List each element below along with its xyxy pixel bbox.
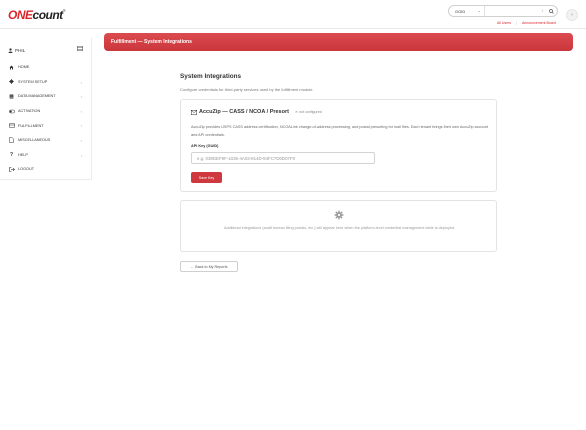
brand-logo-one: ONE <box>8 8 33 22</box>
logout-icon <box>8 166 15 173</box>
sidebar-item-label: SYSTEM SETUP <box>18 79 48 84</box>
sidebar-item-label: ACTIVATION <box>18 109 41 114</box>
brand-logo-tm: ® <box>62 8 66 13</box>
toggle-sidebar-button[interactable] <box>77 46 83 52</box>
sidebar-item-label: HOME <box>18 65 30 70</box>
header-links: All Users | Announcement Board <box>497 21 556 25</box>
toggle-icon <box>8 108 15 115</box>
search-scope-select[interactable]: GOID ⌄ <box>449 6 485 16</box>
accuzip-title-text: AccuZip — CASS / NCOA / Presort <box>199 109 289 115</box>
gear-icon <box>8 78 15 85</box>
user-menu[interactable]: PHIL <box>8 46 86 54</box>
accuzip-card-title: AccuZip — CASS / NCOA / Presort ✕ not co… <box>191 109 322 115</box>
page-title: Fulfillment — System Integrations <box>111 39 192 45</box>
sidebar-item-label: LOGOUT <box>18 167 35 172</box>
sidebar: PHIL HOME SYSTEM SETUP › DATA MANAGEMENT… <box>0 38 92 180</box>
database-icon <box>8 93 15 100</box>
user-icon <box>8 47 13 53</box>
sidebar-item-help[interactable]: ? HELP › <box>0 148 92 163</box>
search-shortcut-hint: / <box>541 8 543 13</box>
top-header: ONEcount® GOID ⌄ / All Users | Announcemen… <box>0 0 586 29</box>
search-input[interactable]: / <box>485 6 545 16</box>
link-separator: | <box>516 21 517 25</box>
api-key-label: API Key (GUID) <box>191 144 219 148</box>
save-key-button[interactable]: Save Key <box>191 172 222 183</box>
chevron-right-icon: › <box>80 152 82 158</box>
sidebar-item-label: FULFILLMENT <box>18 123 44 128</box>
sidebar-nav: HOME SYSTEM SETUP › DATA MANAGEMENT › AC… <box>0 60 92 177</box>
sidebar-item-data-management[interactable]: DATA MANAGEMENT › <box>0 89 92 104</box>
chevron-right-icon: › <box>80 94 82 100</box>
brand-logo[interactable]: ONEcount® <box>8 8 66 22</box>
sidebar-item-miscellaneous[interactable]: MISCELLANEOUS › <box>0 133 92 148</box>
search-icon <box>548 8 554 14</box>
sidebar-item-fulfillment[interactable]: FULFILLMENT › <box>0 118 92 133</box>
accuzip-description: AccuZip provides USPS CASS address certi… <box>191 125 488 137</box>
collapse-panel-button[interactable]: ‹ <box>566 9 578 21</box>
sidebar-toggle-icon <box>77 46 83 51</box>
question-icon: ? <box>9 151 14 158</box>
status-badge: ✕ not configured <box>294 110 322 114</box>
search-scope-value: GOID <box>455 8 466 14</box>
global-search: GOID ⌄ / <box>448 5 558 17</box>
chevron-right-icon: › <box>80 79 82 85</box>
sidebar-item-system-setup[interactable]: SYSTEM SETUP › <box>0 75 92 90</box>
page-title-bar: Fulfillment — System Integrations <box>104 33 573 51</box>
sidebar-item-label: MISCELLANEOUS <box>18 138 51 143</box>
additional-integrations-card: Additional integrations (audit bureau fi… <box>180 200 497 252</box>
sidebar-item-activation[interactable]: ACTIVATION › <box>0 104 92 119</box>
announcement-board-link[interactable]: Announcement Board <box>522 21 556 25</box>
sidebar-item-logout[interactable]: LOGOUT <box>0 162 92 177</box>
sidebar-item-label: HELP <box>18 152 28 157</box>
back-to-reports-button[interactable]: ← Back to My Reports <box>180 261 238 272</box>
all-users-link[interactable]: All Users <box>497 21 511 25</box>
sidebar-item-label: DATA MANAGEMENT <box>18 94 56 99</box>
chevron-right-icon: › <box>80 108 82 114</box>
sidebar-item-home[interactable]: HOME <box>0 60 92 75</box>
user-name: PHIL <box>15 47 26 53</box>
additional-integrations-text: Additional integrations (audit bureau fi… <box>223 226 456 230</box>
api-key-input[interactable]: e.g. 039DEF9F-1035-4A03-814D-84FC7D0D07F… <box>191 152 375 164</box>
section-description: Configure credentials for third-party se… <box>180 87 314 92</box>
section-title: System Integrations <box>180 73 242 80</box>
gear-icon <box>334 210 344 220</box>
card-icon <box>8 122 15 129</box>
accuzip-card: AccuZip — CASS / NCOA / Presort ✕ not co… <box>180 99 497 192</box>
chevron-down-icon: ⌄ <box>477 8 481 13</box>
search-button[interactable] <box>545 6 557 16</box>
api-key-placeholder: e.g. 039DEF9F-1035-4A03-814D-84FC7D0D07F… <box>197 155 296 161</box>
file-icon <box>8 137 15 144</box>
chevron-right-icon: › <box>80 123 82 129</box>
brand-logo-count: count <box>32 8 64 22</box>
chevron-right-icon: › <box>80 137 82 143</box>
envelope-icon <box>191 109 197 115</box>
chevron-left-icon: ‹ <box>571 12 573 18</box>
home-icon <box>8 64 15 71</box>
